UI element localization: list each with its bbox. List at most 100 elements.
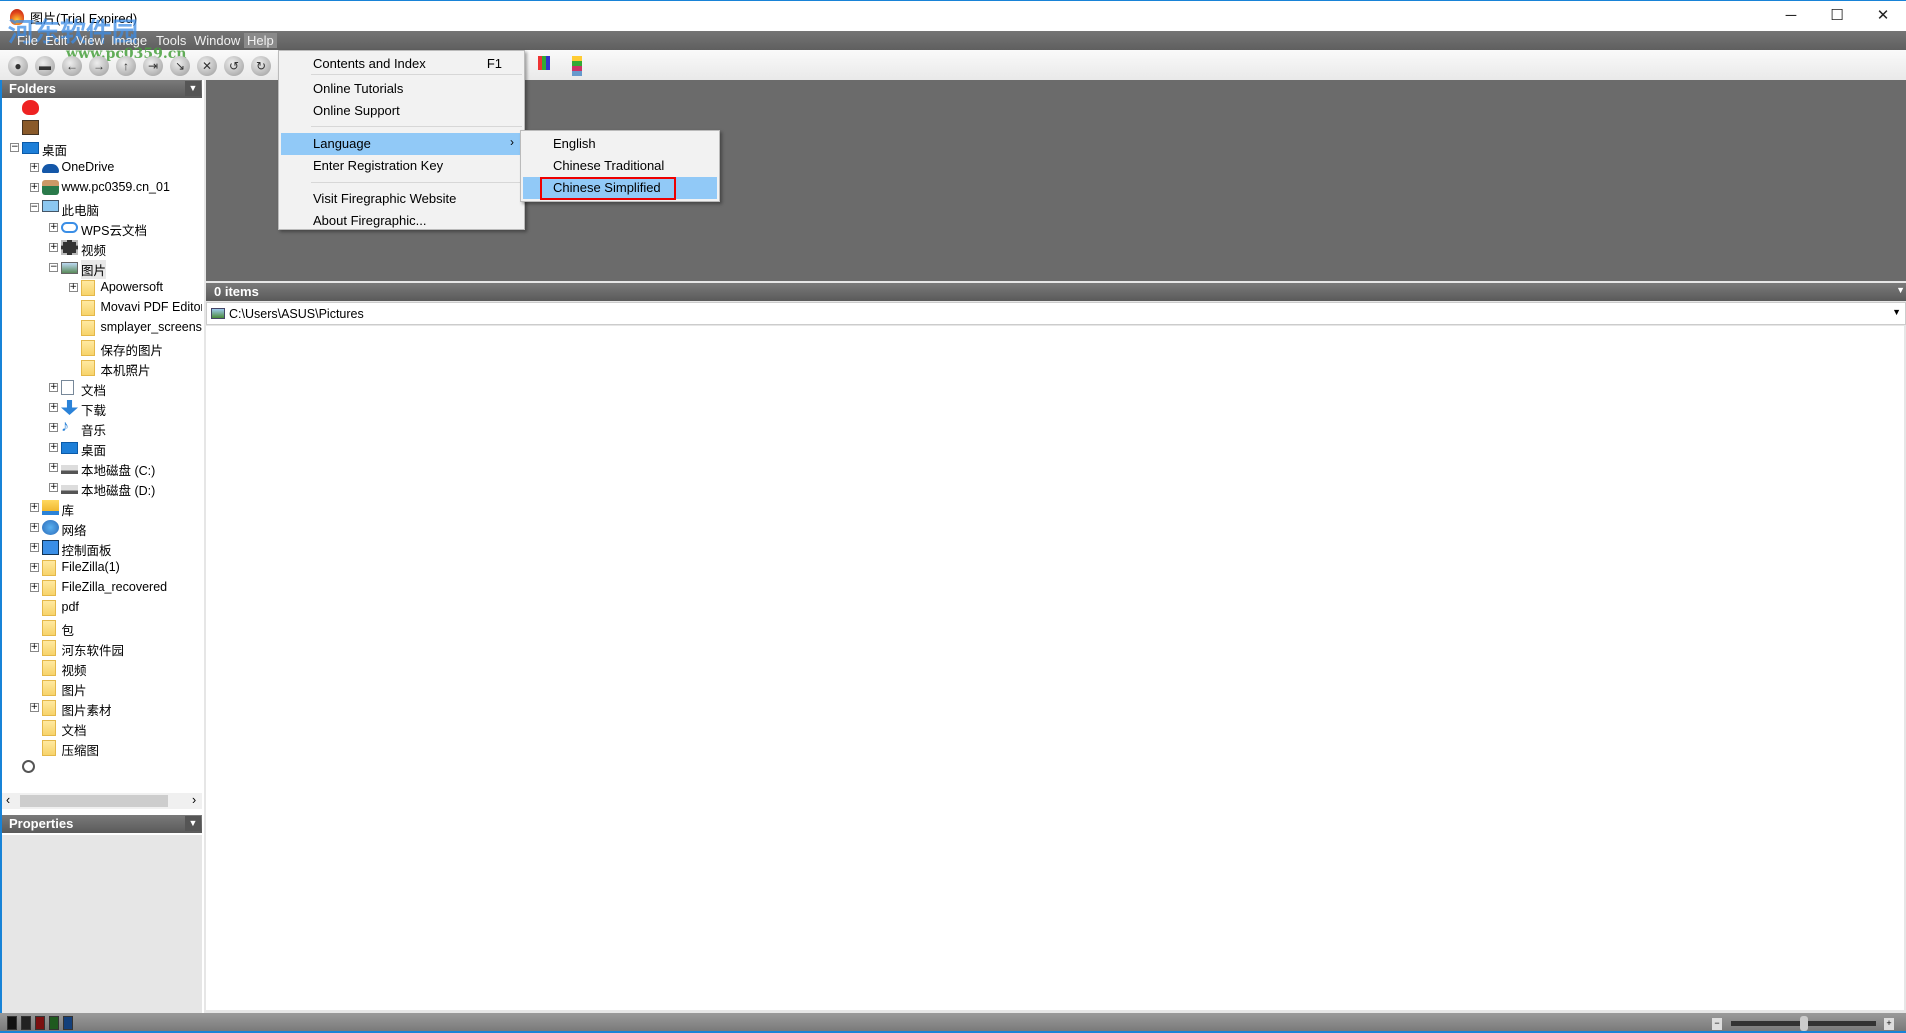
tree-item[interactable]: 压缩图 — [2, 738, 202, 758]
help-menu-item-contents-and-index[interactable]: Contents and Index F1 — [281, 53, 522, 75]
expand-icon[interactable]: + — [29, 583, 39, 592]
expand-icon[interactable]: + — [29, 523, 39, 532]
tree-item[interactable]: − 桌面 — [2, 138, 202, 158]
expand-icon[interactable]: + — [29, 503, 39, 512]
delete-icon[interactable]: ✕ — [197, 56, 217, 76]
tree-horizontal-scrollbar[interactable]: ‹ › — [2, 793, 202, 809]
tree-item[interactable]: + OneDrive — [2, 158, 202, 178]
tree-item[interactable]: 文档 — [2, 718, 202, 738]
tree-item[interactable]: 保存的图片 — [2, 338, 202, 358]
zoom-slider-thumb[interactable] — [1800, 1016, 1808, 1031]
tree-item[interactable]: + 控制面板 — [2, 538, 202, 558]
tree-item[interactable] — [2, 98, 202, 118]
channel-blue-icon[interactable] — [63, 1016, 73, 1030]
tree-item[interactable]: + 下载 — [2, 398, 202, 418]
menu-view[interactable]: View — [73, 33, 107, 48]
path-dropdown-icon[interactable]: ▼ — [1892, 307, 1901, 317]
help-menu-item-online-tutorials[interactable]: Online Tutorials — [281, 78, 522, 100]
rotate-right-icon[interactable]: ↻ — [251, 56, 271, 76]
expand-icon[interactable]: + — [49, 243, 58, 252]
channel-green-icon[interactable] — [49, 1016, 59, 1030]
tree-item[interactable]: + 图片素材 — [2, 698, 202, 718]
zoom-out-icon[interactable]: − — [1712, 1018, 1722, 1030]
tree-item[interactable]: + Apowersoft — [2, 278, 202, 298]
expand-icon[interactable]: + — [49, 383, 58, 392]
expand-icon[interactable]: + — [68, 283, 78, 292]
tree-item[interactable]: + 河东软件园 — [2, 638, 202, 658]
expand-icon[interactable]: + — [49, 463, 58, 472]
tree-item[interactable]: + WPS云文档 — [2, 218, 202, 238]
tree-item[interactable]: 视频 — [2, 658, 202, 678]
collapse-icon[interactable]: − — [49, 263, 58, 272]
tree-item[interactable]: 图片 — [2, 678, 202, 698]
menu-window[interactable]: Window — [191, 33, 243, 48]
expand-icon[interactable]: + — [29, 643, 39, 652]
tree-item[interactable]: Movavi PDF Editor — [2, 298, 202, 318]
tree-item[interactable]: + 桌面 — [2, 438, 202, 458]
tree-item[interactable]: 包 — [2, 618, 202, 638]
tree-item[interactable] — [2, 118, 202, 138]
close-button[interactable]: ✕ — [1860, 1, 1906, 32]
tree-item[interactable]: + 本地磁盘 (C:) — [2, 458, 202, 478]
menu-tools[interactable]: Tools — [153, 33, 189, 48]
expand-icon[interactable]: + — [49, 483, 58, 492]
expand-icon[interactable]: + — [29, 543, 39, 552]
back-icon[interactable]: ← — [62, 56, 82, 76]
thumbnail-view-icon[interactable] — [538, 56, 550, 70]
zoom-in-icon[interactable]: + — [1884, 1018, 1894, 1030]
tree-item[interactable]: smplayer_screenshots — [2, 318, 202, 338]
tree-item[interactable]: + 网络 — [2, 518, 202, 538]
collapse-icon[interactable]: − — [10, 143, 19, 152]
menu-edit[interactable]: Edit — [42, 33, 70, 48]
tree-item[interactable]: + 文档 — [2, 378, 202, 398]
path-combobox[interactable]: C:\Users\ASUS\Pictures ▼ — [206, 302, 1906, 325]
properties-dropdown-icon[interactable]: ▼ — [185, 816, 201, 831]
move-to-icon[interactable]: ⇥ — [143, 56, 163, 76]
expand-icon[interactable]: + — [49, 423, 58, 432]
menu-file[interactable]: File — [14, 33, 41, 48]
tree-item[interactable]: + ♪ 音乐 — [2, 418, 202, 438]
scroll-left-icon[interactable]: ‹ — [6, 793, 10, 807]
tree-item[interactable]: + www.pc0359.cn_01 — [2, 178, 202, 198]
tree-item[interactable]: + 视频 — [2, 238, 202, 258]
up-folder-icon[interactable]: ↑ — [116, 56, 136, 76]
channel-red-icon[interactable] — [35, 1016, 45, 1030]
expand-icon[interactable]: + — [49, 223, 58, 232]
tree-item[interactable]: − 图片 — [2, 258, 202, 279]
items-dropdown-icon[interactable]: ▼ — [1896, 285, 1905, 295]
menu-help[interactable]: Help — [244, 33, 277, 48]
help-menu-item-enter-registration-key[interactable]: Enter Registration Key — [281, 155, 522, 177]
help-menu-item-about-firegraphic[interactable]: About Firegraphic... — [281, 210, 522, 232]
tree-item[interactable]: pdf — [2, 598, 202, 618]
expand-icon[interactable]: + — [29, 703, 39, 712]
rotate-left-icon[interactable]: ↺ — [224, 56, 244, 76]
folders-dropdown-icon[interactable]: ▼ — [185, 81, 201, 96]
language-english[interactable]: English — [523, 133, 717, 155]
tree-item[interactable]: + 本地磁盘 (D:) — [2, 478, 202, 498]
expand-icon[interactable]: + — [29, 163, 39, 172]
tree-item[interactable] — [2, 758, 202, 778]
channel-all-icon[interactable] — [7, 1016, 17, 1030]
tree-item[interactable]: − 此电脑 — [2, 198, 202, 218]
collapse-icon[interactable]: − — [29, 203, 39, 212]
expand-icon[interactable]: + — [29, 183, 39, 192]
minimize-button[interactable]: ─ — [1768, 1, 1814, 32]
scroll-right-icon[interactable]: › — [192, 793, 196, 807]
menu-image[interactable]: Image — [108, 33, 150, 48]
language-chinese-traditional[interactable]: Chinese Traditional — [523, 155, 717, 177]
color-view-icon[interactable] — [572, 56, 582, 76]
expand-icon[interactable]: + — [49, 443, 58, 452]
help-menu-item-visit-firegraphic-website[interactable]: Visit Firegraphic Website — [281, 188, 522, 210]
tree-item[interactable]: + 库 — [2, 498, 202, 518]
scroll-thumb[interactable] — [20, 795, 168, 807]
help-menu-item-online-support[interactable]: Online Support — [281, 100, 522, 122]
scanner-icon[interactable]: ▬ — [35, 56, 55, 76]
file-list[interactable] — [206, 326, 1904, 1010]
maximize-button[interactable]: ☐ — [1814, 1, 1860, 32]
tree-item[interactable]: + FileZilla_recovered — [2, 578, 202, 598]
tree-item[interactable]: + FileZilla(1) — [2, 558, 202, 578]
tree-item[interactable]: 本机照片 — [2, 358, 202, 378]
expand-icon[interactable]: + — [29, 563, 39, 572]
forward-icon[interactable]: → — [89, 56, 109, 76]
channel-gray-icon[interactable] — [21, 1016, 31, 1030]
